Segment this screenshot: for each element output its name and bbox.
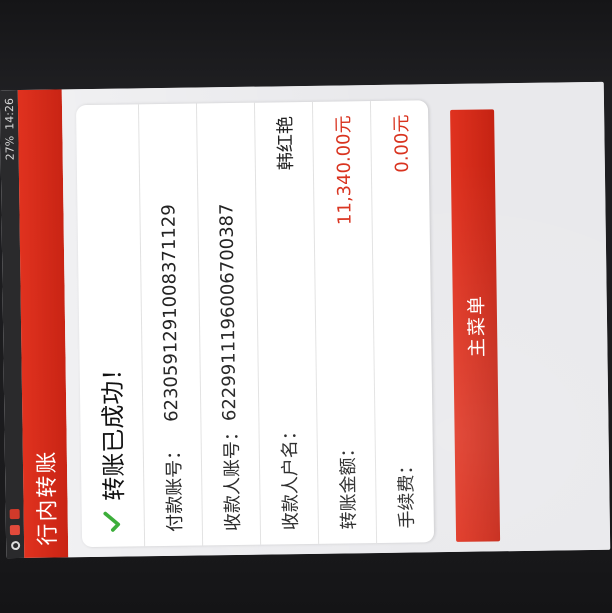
row-payer-account: 付款账号： 6230591291008371129 [137, 103, 203, 547]
row-fee: 手续费： 0.00元 [369, 100, 435, 544]
row-value: 0.00元 [390, 114, 413, 173]
row-label: 手续费： [395, 456, 418, 529]
row-label: 收款人账号： [220, 422, 244, 532]
page-title: 行内转账 [34, 449, 62, 546]
row-label: 收款人户名： [278, 422, 302, 531]
row-value: 11,340.00元 [332, 115, 356, 226]
title-bar: 行内转账 [17, 89, 69, 558]
battery-level: 27% [2, 135, 17, 161]
row-payee-name: 收款人户名： 韩红艳 [253, 101, 319, 545]
success-message: 转账已成功！ [97, 356, 129, 501]
result-card: 转账已成功！ 付款账号： 6230591291008371129 收款人账号： … [75, 100, 435, 548]
checkmark-icon [101, 511, 123, 533]
row-payee-account: 收款人账号： 6229911196006700387 [195, 102, 261, 546]
clock: 14:26 [2, 98, 16, 130]
screen: 27% 14:26 行内转账 转账已成功！ 付款账号： 623059129100… [0, 81, 611, 559]
row-value: 6229911196006700387 [216, 203, 241, 422]
success-banner: 转账已成功！ [91, 356, 129, 532]
weibo-icon [9, 525, 20, 536]
row-transfer-amount: 转账金额： 11,340.00元 [311, 101, 377, 544]
phone-frame: 27% 14:26 行内转账 转账已成功！ 付款账号： 623059129100… [0, 0, 612, 613]
search-icon [10, 541, 20, 551]
mail-icon [9, 509, 20, 520]
row-value: 韩红艳 [274, 116, 297, 171]
row-label: 转账金额： [337, 439, 360, 530]
main-menu-button[interactable]: 主菜单 [450, 109, 501, 542]
row-label: 付款账号： [163, 441, 186, 532]
row-value: 6230591291008371129 [158, 204, 183, 423]
